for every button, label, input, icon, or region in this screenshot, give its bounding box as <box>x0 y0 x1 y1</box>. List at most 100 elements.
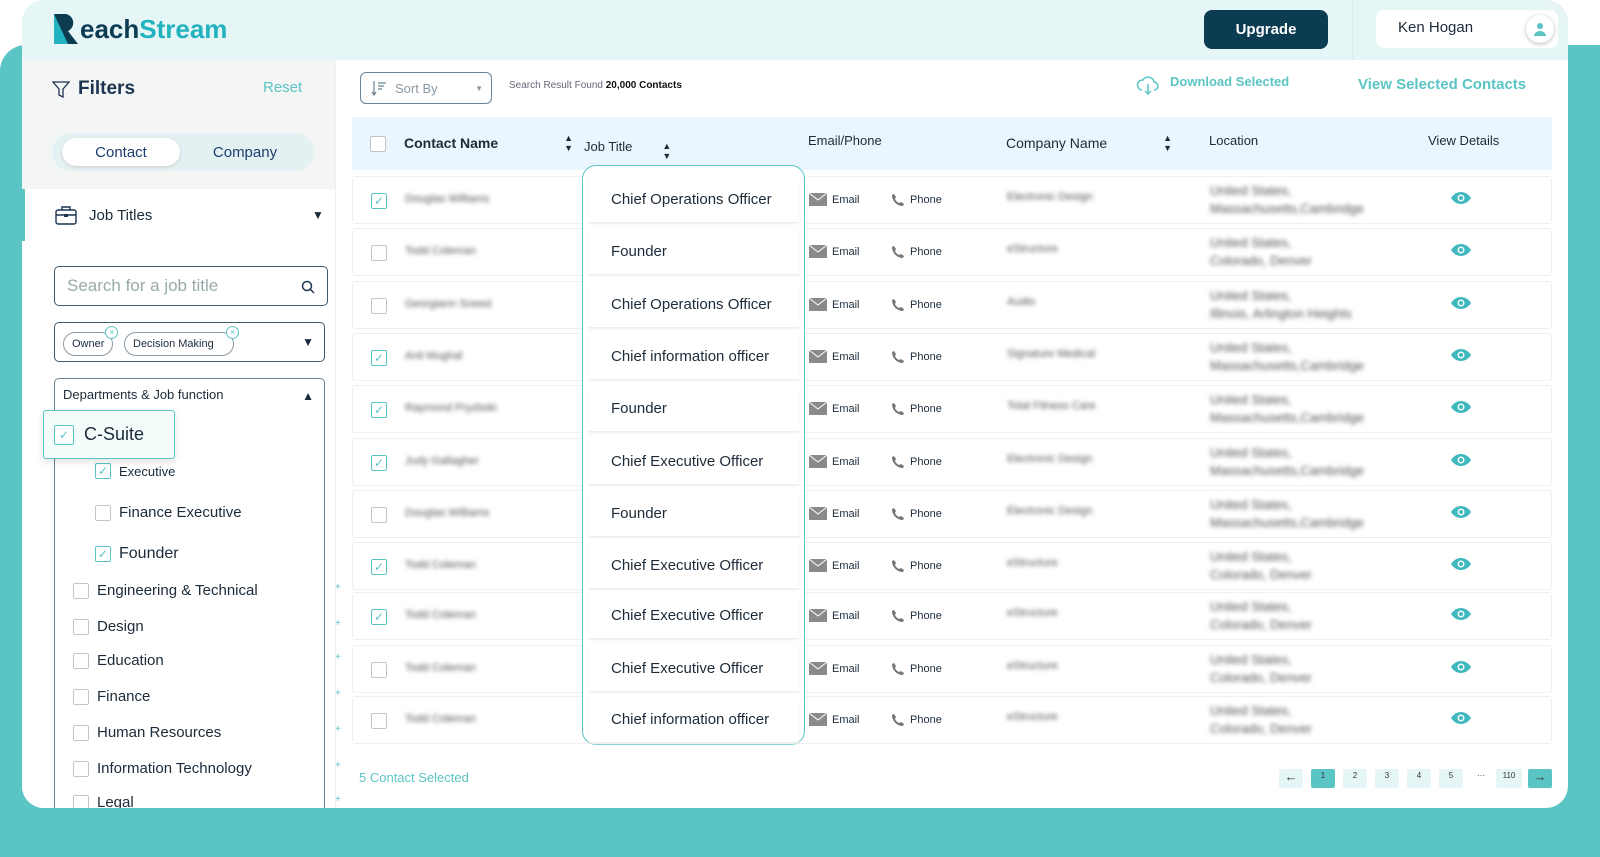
department-item[interactable]: Design <box>73 618 144 635</box>
view-details-eye-icon[interactable] <box>1450 296 1472 313</box>
view-details-eye-icon[interactable] <box>1450 607 1472 624</box>
page-button[interactable]: 5 <box>1439 769 1463 788</box>
row-checkbox[interactable]: ✓ <box>371 193 387 209</box>
remove-chip-icon[interactable]: × <box>226 326 239 339</box>
view-details-eye-icon[interactable] <box>1450 400 1472 417</box>
page-button[interactable]: 4 <box>1407 769 1431 788</box>
department-item[interactable]: Human Resources <box>73 724 221 741</box>
select-all-checkbox[interactable] <box>370 136 386 152</box>
header-contact-name[interactable]: Contact Name ▲ ▼ <box>404 133 573 153</box>
phone-button[interactable]: Phone <box>891 193 942 207</box>
envelope-icon <box>809 559 827 572</box>
row-checkbox[interactable] <box>371 298 387 314</box>
department-item[interactable]: Legal <box>73 794 134 808</box>
cloud-download-icon <box>1136 76 1159 96</box>
row-checkbox[interactable] <box>371 245 387 261</box>
contact-name: Todd Coleman <box>405 609 476 621</box>
page-button[interactable]: 2 <box>1343 769 1367 788</box>
sort-by-dropdown[interactable]: Sort By ▼ <box>360 72 492 104</box>
phone-button[interactable]: Phone <box>891 455 942 469</box>
envelope-icon <box>809 245 827 258</box>
row-checkbox[interactable] <box>371 507 387 523</box>
view-details-eye-icon[interactable] <box>1450 191 1472 208</box>
company-name: eStructure <box>1007 557 1058 569</box>
sort-icon: ▲ ▼ <box>564 133 574 153</box>
page-button[interactable]: ··· <box>1469 769 1493 788</box>
email-button[interactable]: Email <box>809 350 860 363</box>
department-item[interactable]: Engineering & Technical <box>73 582 258 599</box>
csuite-checkbox[interactable]: ✓ C-Suite <box>43 410 175 459</box>
remove-chip-icon[interactable]: × <box>105 326 119 339</box>
row-checkbox[interactable] <box>371 713 387 729</box>
view-details-eye-icon[interactable] <box>1450 243 1472 260</box>
view-details-eye-icon[interactable] <box>1450 348 1472 365</box>
email-button[interactable]: Email <box>809 662 860 675</box>
email-button[interactable]: Email <box>809 298 860 311</box>
phone-button[interactable]: Phone <box>891 559 942 573</box>
department-item[interactable]: Information Technology <box>73 760 252 777</box>
email-button[interactable]: Email <box>809 507 860 520</box>
row-checkbox[interactable]: ✓ <box>371 350 387 366</box>
email-button[interactable]: Email <box>809 455 860 468</box>
page-button[interactable]: 110 <box>1496 769 1522 788</box>
location: United States, Massachusetts,Cambridge <box>1210 340 1364 373</box>
email-button[interactable]: Email <box>809 609 860 622</box>
email-button[interactable]: Email <box>809 559 860 572</box>
job-title-cell: Chief information officer <box>589 334 799 380</box>
view-details-eye-icon[interactable] <box>1450 505 1472 522</box>
caret-up-icon[interactable]: ▲ <box>302 389 314 403</box>
selected-chips-dropdown[interactable]: Owner × Decision Making × ▼ <box>54 322 325 362</box>
department-item[interactable]: Finance <box>73 688 150 705</box>
user-menu[interactable]: Ken Hogan <box>1376 10 1558 48</box>
phone-button[interactable]: Phone <box>891 245 942 259</box>
view-details-eye-icon[interactable] <box>1450 557 1472 574</box>
tab-contact[interactable]: Contact <box>62 138 180 166</box>
next-page-button[interactable]: → <box>1528 769 1552 788</box>
phone-button[interactable]: Phone <box>891 350 942 364</box>
download-selected-button[interactable]: Download Selected <box>1136 74 1289 96</box>
company-name: eStructure <box>1007 711 1058 723</box>
page-button[interactable]: 3 <box>1375 769 1399 788</box>
email-button[interactable]: Email <box>809 245 860 258</box>
row-checkbox[interactable]: ✓ <box>371 609 387 625</box>
email-button[interactable]: Email <box>809 713 860 726</box>
phone-button[interactable]: Phone <box>891 298 942 312</box>
table-header: Contact Name ▲ ▼ Job Title ▲ ▼ Email/Phone C… <box>352 117 1552 170</box>
view-details-eye-icon[interactable] <box>1450 711 1472 728</box>
department-item[interactable]: Education <box>73 652 164 669</box>
phone-button[interactable]: Phone <box>891 507 942 521</box>
reset-button[interactable]: Reset <box>263 79 302 96</box>
job-title-cell: Chief information officer <box>589 697 799 743</box>
tab-company[interactable]: Company <box>186 138 304 166</box>
phone-button[interactable]: Phone <box>891 609 942 623</box>
subfunction-item[interactable]: ✓ Executive <box>95 463 175 479</box>
header-job-title[interactable]: Job Title ▲ ▼ <box>584 131 671 162</box>
phone-button[interactable]: Phone <box>891 662 942 676</box>
job-title-cell: Chief Executive Officer <box>589 543 799 589</box>
subfunction-item[interactable]: Finance Executive <box>95 504 242 521</box>
email-button[interactable]: Email <box>809 193 860 206</box>
email-button[interactable]: Email <box>809 402 860 415</box>
job-title-search-input[interactable]: Search for a job title <box>54 266 328 306</box>
subfunction-item[interactable]: ✓ Founder <box>95 545 179 563</box>
envelope-icon <box>809 402 827 415</box>
header-company-name[interactable]: Company Name ▲ ▼ <box>1006 133 1172 153</box>
view-details-eye-icon[interactable] <box>1450 453 1472 470</box>
location: United States, Colorado, Denver <box>1210 599 1312 632</box>
contact-name: Todd Coleman <box>405 245 476 257</box>
row-checkbox[interactable] <box>371 662 387 678</box>
envelope-icon <box>809 455 827 468</box>
view-details-eye-icon[interactable] <box>1450 660 1472 677</box>
contact-name: Judy Gallagher <box>405 455 479 467</box>
phone-button[interactable]: Phone <box>891 713 942 727</box>
page-button[interactable]: 1 <box>1311 769 1335 788</box>
upgrade-button[interactable]: Upgrade <box>1204 10 1328 49</box>
company-name: eStructure <box>1007 660 1058 672</box>
row-checkbox[interactable]: ✓ <box>371 559 387 575</box>
view-selected-contacts-link[interactable]: View Selected Contacts <box>1358 76 1526 93</box>
phone-button[interactable]: Phone <box>891 402 942 416</box>
prev-page-button[interactable]: ← <box>1279 769 1303 788</box>
job-titles-section[interactable]: Job Titles ▼ <box>22 189 335 241</box>
row-checkbox[interactable]: ✓ <box>371 455 387 471</box>
row-checkbox[interactable]: ✓ <box>371 402 387 418</box>
